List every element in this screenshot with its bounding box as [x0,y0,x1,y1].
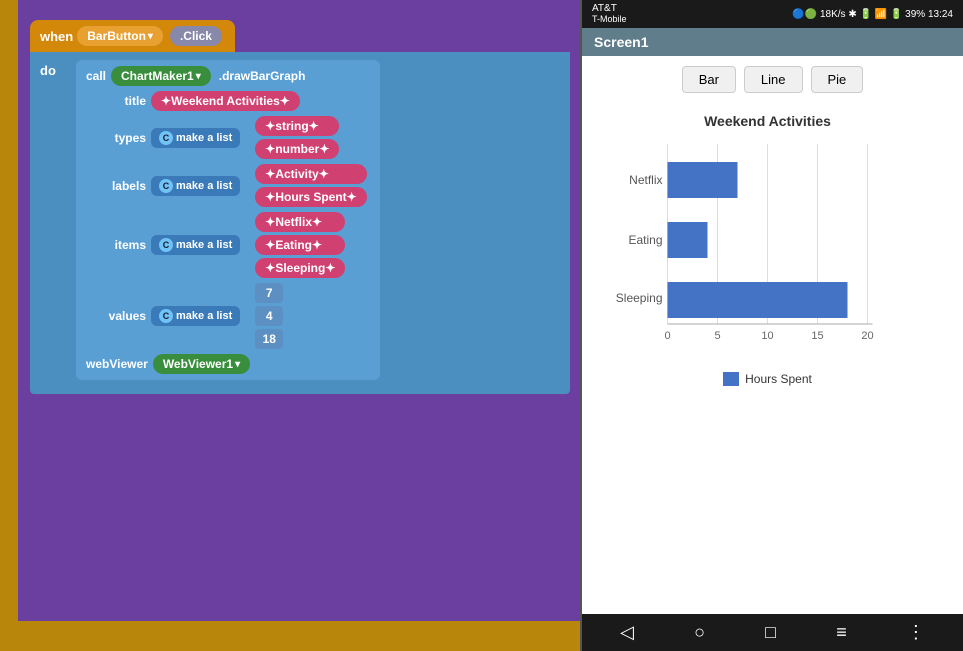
dropdown-arrow: ▾ [148,31,153,42]
svg-text:20: 20 [861,330,873,342]
svg-text:10: 10 [761,330,773,342]
svg-text:5: 5 [714,330,720,342]
do-label: do [40,60,70,78]
types-make-list[interactable]: C make a list [151,128,240,148]
type-number-pill[interactable]: ✦ number ✦ [255,139,339,159]
status-icons: 🔵🟢 18K/s ✱ 🔋 📶 🔋 39% 13:24 [792,9,953,20]
type-string-pill[interactable]: ✦ string ✦ [255,116,339,136]
chart-area: Weekend Activities Netflix Eating Sleepi… [582,103,963,614]
values-list-icon: C [159,309,173,323]
chart-controls: Bar Line Pie [582,56,963,103]
labels-param-label: labels [86,179,146,193]
webviewer-pill[interactable]: WebViewer1 ▾ [153,354,250,374]
back-icon[interactable]: ◁ [620,622,634,643]
call-label: call [86,69,106,83]
phone-panel: AT&TT-Mobile 🔵🟢 18K/s ✱ 🔋 📶 🔋 39% 13:24 … [580,0,963,651]
pie-button[interactable]: Pie [811,66,864,93]
items-row: items C make a list ✦ Netflix ✦ ✦ Eating… [86,212,370,278]
call-block: call ChartMaker1 ▾ .drawBarGraph title ✦… [76,60,380,380]
values-sub-list: 7 4 18 [255,283,286,349]
items-param-label: items [86,238,146,252]
title-row: title ✦ Weekend Activities ✦ [86,91,370,111]
phone-screen: Screen1 Bar Line Pie Weekend Activities … [582,28,963,614]
labels-row: labels C make a list ✦ Activity ✦ ✦ Hour… [86,164,370,207]
draw-method: .drawBarGraph [219,69,306,83]
title-param-label: title [86,94,146,108]
svg-text:15: 15 [811,330,823,342]
item-eating-pill[interactable]: ✦ Eating ✦ [255,235,345,255]
sleeping-bar [668,282,848,318]
when-block: when BarButton ▾ .Click [30,20,235,52]
call-row: call ChartMaker1 ▾ .drawBarGraph [86,66,370,86]
phone-status-bar: AT&TT-Mobile 🔵🟢 18K/s ✱ 🔋 📶 🔋 39% 13:24 [582,0,963,28]
bar-button-pill[interactable]: BarButton ▾ [77,26,163,46]
item-sleeping-pill[interactable]: ✦ Sleeping ✦ [255,258,345,278]
svg-text:Sleeping: Sleeping [616,291,663,305]
line-button[interactable]: Line [744,66,803,93]
svg-text:Netflix: Netflix [629,173,662,187]
label-hours-pill[interactable]: ✦ Hours Spent ✦ [255,187,366,207]
do-block: do call ChartMaker1 ▾ .drawBarGraph titl… [30,52,570,394]
menu2-icon[interactable]: ⋮ [907,622,925,643]
values-param-label: values [86,309,146,323]
value-3-pill[interactable]: 18 [255,329,283,349]
gold-border-left [0,0,18,651]
block-editor: when BarButton ▾ .Click do call ChartMak… [0,0,580,651]
do-row: do call ChartMaker1 ▾ .drawBarGraph titl… [40,60,560,380]
value-2-pill[interactable]: 4 [255,306,283,326]
when-label: when [40,29,73,44]
home-icon[interactable]: ○ [694,622,705,643]
legend-label: Hours Spent [745,372,812,386]
labels-sub-list: ✦ Activity ✦ ✦ Hours Spent ✦ [255,164,369,207]
click-pill[interactable]: .Click [170,26,222,46]
values-row: values C make a list 7 4 18 [86,283,370,349]
labels-list-icon: C [159,179,173,193]
webviewer-param-label: webViewer [86,357,148,371]
legend-color-box [723,372,739,386]
recents-icon[interactable]: □ [765,622,776,643]
items-list-icon: C [159,238,173,252]
chart-title: Weekend Activities [592,113,943,129]
list-icon: C [159,131,173,145]
value-1-pill[interactable]: 7 [255,283,283,303]
webviewer-row: webViewer WebViewer1 ▾ [86,354,370,374]
types-row: types C make a list ✦ string ✦ ✦ number … [86,116,370,159]
svg-text:Eating: Eating [628,233,662,247]
items-sub-list: ✦ Netflix ✦ ✦ Eating ✦ ✦ Sleeping ✦ [255,212,348,278]
types-param-label: types [86,131,146,145]
values-make-list[interactable]: C make a list [151,306,240,326]
chart-legend: Hours Spent [592,364,943,394]
gold-border-bottom [18,621,580,651]
item-netflix-pill[interactable]: ✦ Netflix ✦ [255,212,345,232]
svg-text:0: 0 [664,330,670,342]
labels-make-list[interactable]: C make a list [151,176,240,196]
label-activity-pill[interactable]: ✦ Activity ✦ [255,164,366,184]
phone-nav-bar: ◁ ○ □ ≡ ⋮ [582,614,963,651]
netflix-bar [668,162,738,198]
phone-title-bar: Screen1 [582,28,963,56]
chartmaker-pill[interactable]: ChartMaker1 ▾ [111,66,211,86]
title-value-pill[interactable]: ✦ Weekend Activities ✦ [151,91,300,111]
blocks-content: when BarButton ▾ .Click do call ChartMak… [30,20,570,394]
bar-button[interactable]: Bar [682,66,736,93]
menu1-icon[interactable]: ≡ [836,622,847,643]
carrier-label: AT&TT-Mobile [592,3,627,25]
types-sub-list: ✦ string ✦ ✦ number ✦ [255,116,342,159]
eating-bar [668,222,708,258]
items-make-list[interactable]: C make a list [151,235,240,255]
bar-chart-svg: Netflix Eating Sleeping 0 5 10 15 20 [592,144,943,364]
